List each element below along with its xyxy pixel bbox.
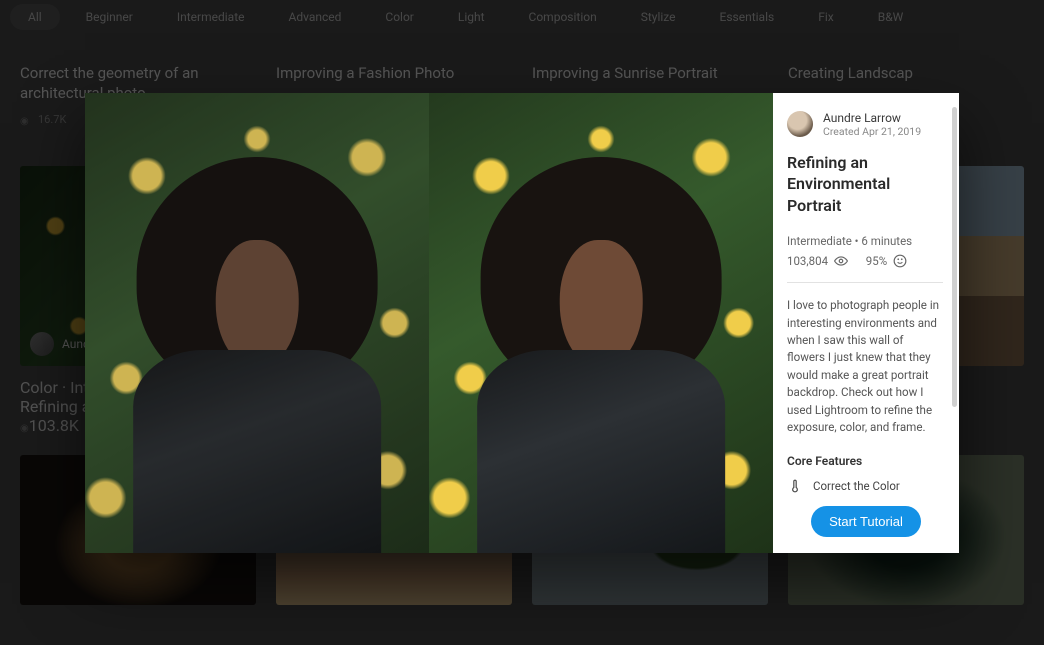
view-count: 103,804 bbox=[787, 254, 828, 268]
start-tutorial-button[interactable]: Start Tutorial bbox=[811, 506, 921, 537]
tutorial-level-duration: Intermediate • 6 minutes bbox=[787, 234, 943, 248]
tutorial-description: I love to photograph people in interesti… bbox=[787, 297, 943, 436]
thermometer-icon bbox=[787, 478, 803, 494]
created-date: Created Apr 21, 2019 bbox=[823, 125, 921, 138]
satisfaction-percent: 95% bbox=[866, 254, 887, 268]
author-name: Aundre Larrow bbox=[823, 111, 921, 125]
tutorial-stats: 103,804 95% bbox=[787, 254, 943, 283]
modal-overlay: ✕ Aundre Larrow bbox=[0, 0, 1044, 645]
core-features-heading: Core Features bbox=[787, 454, 943, 468]
scrollbar[interactable] bbox=[952, 107, 957, 407]
eye-icon bbox=[834, 254, 848, 268]
tutorial-title: Refining an Environmental Portrait bbox=[787, 152, 943, 217]
modal-side-panel: Aundre Larrow Created Apr 21, 2019 Refin… bbox=[773, 93, 959, 553]
before-after-image bbox=[85, 93, 773, 553]
author-avatar bbox=[787, 111, 813, 137]
tutorial-modal: ✕ Aundre Larrow bbox=[85, 93, 959, 553]
feature-row: Correct the Color bbox=[787, 478, 943, 494]
smile-icon bbox=[893, 254, 907, 268]
feature-label: Correct the Color bbox=[813, 479, 900, 493]
